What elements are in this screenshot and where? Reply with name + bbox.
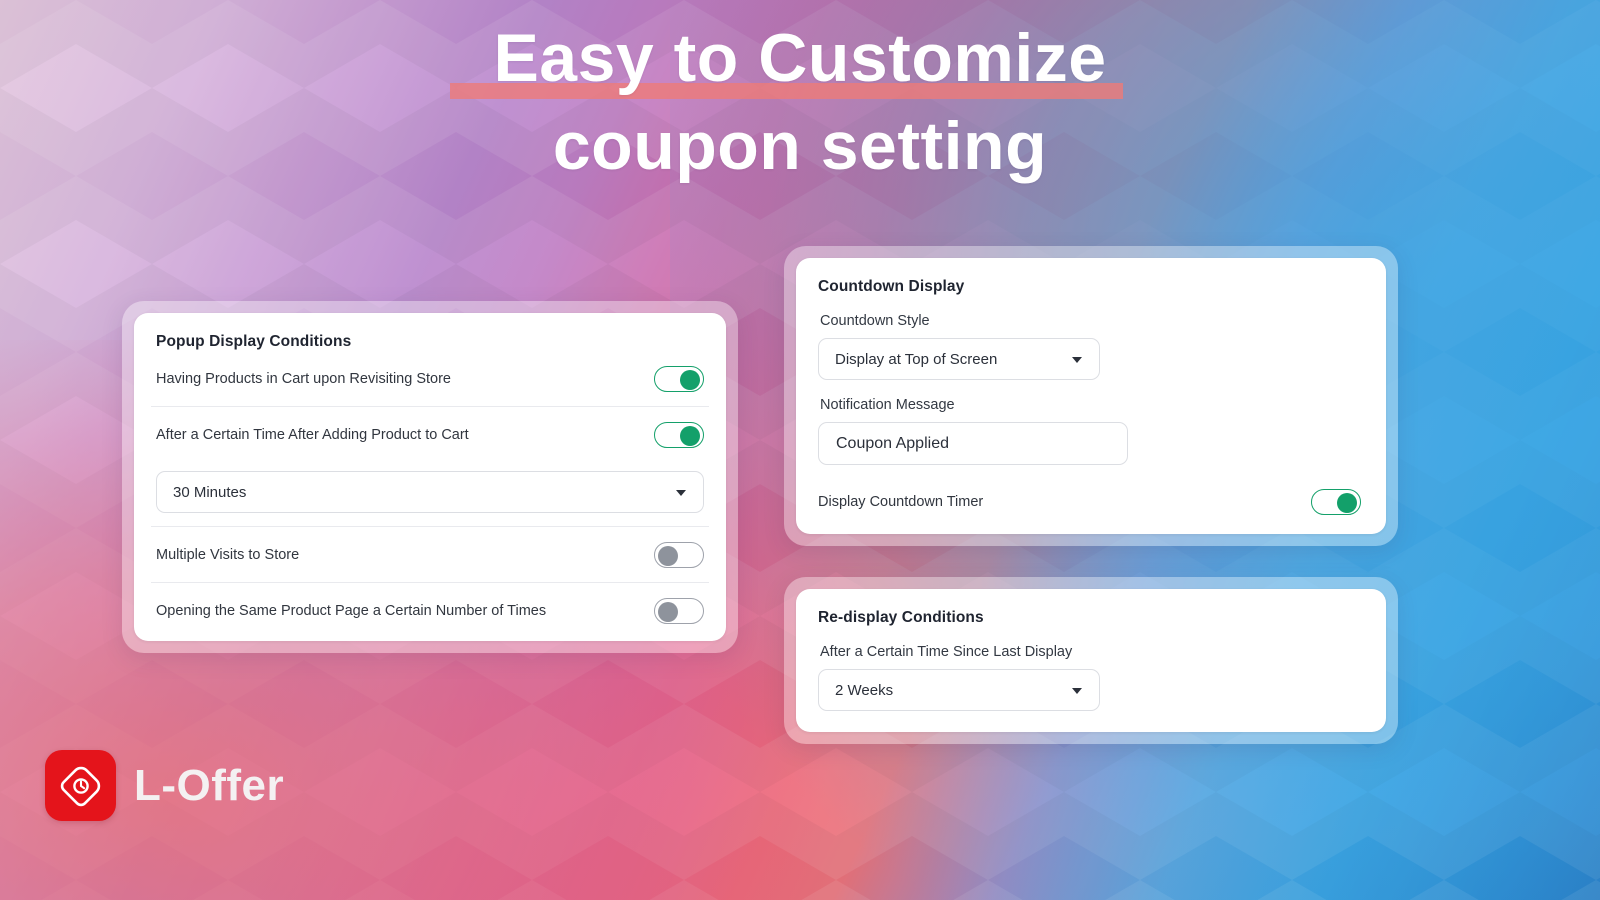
brand-name: L-Offer (134, 760, 285, 810)
headline: Easy to Customize coupon setting (0, 14, 1600, 190)
toggle-knob (658, 545, 678, 566)
toggle-cart-revisit[interactable] (654, 365, 704, 392)
headline-line-1: Easy to Customize (493, 20, 1107, 96)
chevron-down-icon (676, 490, 686, 496)
chevron-down-icon (1072, 688, 1082, 694)
condition-row-time-after-add[interactable]: After a Certain Time After Adding Produc… (143, 407, 717, 462)
notification-message-value: Coupon Applied (836, 434, 949, 452)
popup-display-conditions-card: Popup Display Conditions Having Products… (134, 313, 726, 641)
condition-row-cart-revisit[interactable]: Having Products in Cart upon Revisiting … (143, 351, 717, 406)
toggle-knob (658, 601, 678, 622)
redisplay-card-title: Re-display Conditions (818, 609, 984, 626)
condition-label: Multiple Visits to Store (156, 546, 300, 563)
display-countdown-timer-row[interactable]: Display Countdown Timer (818, 489, 1364, 515)
select-countdown-style[interactable]: Display at Top of Screen (818, 338, 1100, 380)
countdown-style-label: Countdown Style (820, 313, 930, 329)
toggle-knob (680, 425, 700, 446)
toggle-multiple-visits[interactable] (654, 541, 704, 568)
countdown-card-title: Countdown Display (818, 278, 965, 295)
condition-label: After a Certain Time After Adding Produc… (156, 426, 469, 443)
tag-clock-icon (45, 750, 116, 821)
select-value: Display at Top of Screen (835, 350, 998, 368)
toggle-same-product-page[interactable] (654, 597, 704, 624)
condition-row-multiple-visits[interactable]: Multiple Visits to Store (143, 527, 717, 582)
condition-label: Opening the Same Product Page a Certain … (156, 602, 547, 619)
select-value: 2 Weeks (835, 681, 894, 699)
re-display-conditions-card: Re-display Conditions After a Certain Ti… (796, 589, 1386, 732)
toggle-knob (1337, 493, 1357, 513)
select-value: 30 Minutes (173, 483, 247, 501)
brand-logo: L-Offer (45, 750, 284, 821)
promo-banner: Easy to Customize coupon setting Popup D… (0, 0, 1600, 900)
select-redisplay-interval[interactable]: 2 Weeks (818, 669, 1100, 711)
toggle-time-after-add[interactable] (654, 421, 704, 448)
time-select-wrapper: 30 Minutes (143, 462, 717, 526)
popup-card-title: Popup Display Conditions (156, 333, 352, 350)
re-display-conditions-card-frame: Re-display Conditions After a Certain Ti… (784, 577, 1398, 744)
headline-line-2: coupon setting (552, 108, 1048, 184)
countdown-display-card-frame: Countdown Display Countdown Style Displa… (784, 246, 1398, 546)
condition-label: Having Products in Cart upon Revisiting … (156, 370, 451, 387)
notification-message-input[interactable]: Coupon Applied (818, 422, 1128, 465)
display-countdown-timer-label: Display Countdown Timer (818, 494, 984, 510)
popup-display-conditions-card-frame: Popup Display Conditions Having Products… (122, 301, 738, 653)
select-delay-time[interactable]: 30 Minutes (156, 471, 704, 513)
notification-message-label: Notification Message (820, 397, 955, 413)
condition-row-same-product-page[interactable]: Opening the Same Product Page a Certain … (143, 583, 717, 638)
chevron-down-icon (1072, 357, 1082, 363)
redisplay-field-label: After a Certain Time Since Last Display (820, 644, 1073, 660)
toggle-display-countdown-timer[interactable] (1311, 489, 1361, 515)
countdown-display-card: Countdown Display Countdown Style Displa… (796, 258, 1386, 534)
toggle-knob (680, 369, 700, 390)
